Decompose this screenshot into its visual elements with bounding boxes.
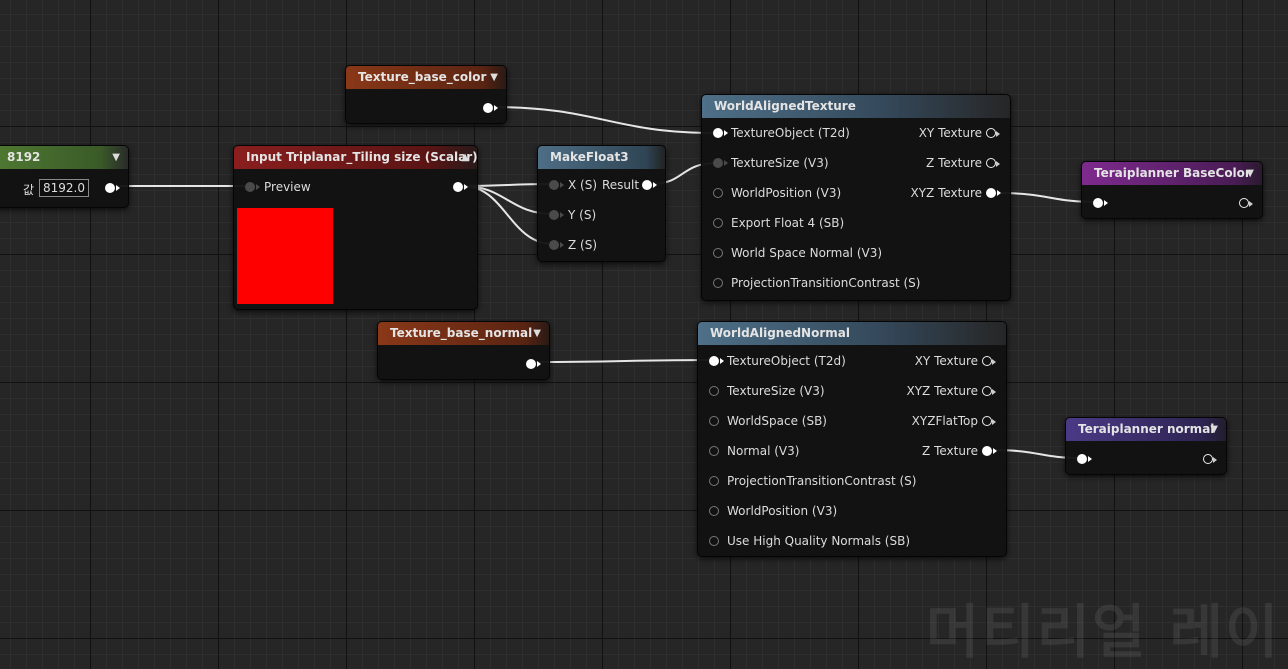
wat-textureobject-pin[interactable] xyxy=(713,128,728,138)
preview-swatch xyxy=(237,208,333,304)
texture-normal-header[interactable]: Texture_base_normal ▼ xyxy=(378,322,549,345)
wan-texturesize-pin[interactable] xyxy=(709,386,719,396)
scalar-node-title: 8192 xyxy=(7,150,41,164)
wan-xyz-output-pin[interactable] xyxy=(982,386,996,396)
wat-title: WorldAlignedTexture xyxy=(714,99,856,113)
z-input-label: Z (S) xyxy=(568,238,598,252)
make-float3-node[interactable]: MakeFloat3 X (S) Result Y (S) Z (S) xyxy=(537,145,666,262)
wat-texturesize-pin[interactable] xyxy=(713,158,728,168)
texture-color-title: Texture_base_color xyxy=(358,70,487,84)
wat-contrast-pin[interactable] xyxy=(713,278,723,288)
tiling-param-node[interactable]: Input Triplanar_Tiling size (Scalar) ▲ P… xyxy=(233,145,478,310)
y-input-label: Y (S) xyxy=(568,208,597,222)
chevron-down-icon[interactable]: ▼ xyxy=(490,66,498,89)
tiling-node-header[interactable]: Input Triplanar_Tiling size (Scalar) ▲ xyxy=(234,146,478,169)
wan-input-label: Normal (V3) xyxy=(727,444,800,458)
wan-input-label: TextureSize (V3) xyxy=(727,384,825,398)
wan-output-label: XY Texture xyxy=(914,354,978,368)
wan-input-label: Use High Quality Normals (SB) xyxy=(727,534,911,548)
result-output-pin[interactable] xyxy=(642,180,657,190)
wat-input-label: TextureSize (V3) xyxy=(731,156,829,170)
chevron-down-icon[interactable]: ▼ xyxy=(112,146,120,169)
wat-z-output-pin[interactable] xyxy=(986,158,1000,168)
chevron-up-icon[interactable]: ▲ xyxy=(461,146,469,169)
wan-input-label: TextureObject (T2d) xyxy=(727,354,846,368)
wan-normal-pin[interactable] xyxy=(709,446,719,456)
tiling-node-title: Input Triplanar_Tiling size (Scalar) xyxy=(246,150,478,164)
graph-watermark: 머티리얼 레이 xyxy=(926,598,1281,666)
preview-input-pin[interactable] xyxy=(245,182,260,192)
wan-contrast-pin[interactable] xyxy=(709,476,719,486)
texture-base-color-node[interactable]: Texture_base_color ▼ xyxy=(345,65,507,124)
wat-worldspacenormal-pin[interactable] xyxy=(713,248,723,258)
wat-exportfloat4-pin[interactable] xyxy=(713,218,723,228)
preview-label: Preview xyxy=(264,180,311,194)
texture-normal-title: Texture_base_normal xyxy=(390,326,533,340)
wan-textureobject-pin[interactable] xyxy=(709,356,724,366)
x-input-label: X (S) xyxy=(568,178,598,192)
terrain-basecolor-output-pin[interactable] xyxy=(1239,198,1253,208)
wat-input-label: TextureObject (T2d) xyxy=(731,126,850,140)
wat-output-label: XYZ Texture xyxy=(910,186,982,200)
wire-basecolor-to-textureobject xyxy=(491,106,718,134)
texture-color-output-pin[interactable] xyxy=(483,103,498,113)
tiling-output-pin[interactable] xyxy=(453,182,468,192)
wire-layer xyxy=(116,106,1098,459)
texture-normal-output-pin[interactable] xyxy=(526,359,541,369)
terrain-basecolor-input-pin[interactable] xyxy=(1093,198,1108,208)
terrain-normal-input-pin[interactable] xyxy=(1077,454,1092,464)
wat-input-label: Export Float 4 (SB) xyxy=(731,216,845,230)
chevron-down-icon[interactable]: ▼ xyxy=(1210,418,1218,441)
wan-output-label: XYZ Texture xyxy=(906,384,978,398)
scalar-value-field[interactable]: 8192.0 xyxy=(39,179,89,197)
wan-input-label: WorldPosition (V3) xyxy=(727,504,838,518)
terrain-basecolor-header[interactable]: Teraiplanner BaseColor ▼ xyxy=(1082,162,1262,185)
wat-input-label: World Space Normal (V3) xyxy=(731,246,883,260)
world-aligned-texture-node[interactable]: WorldAlignedTexture TextureObject (T2d) … xyxy=(701,94,1011,301)
terrain-normal-node[interactable]: Teraiplanner normal ▼ xyxy=(1065,417,1227,475)
wat-input-label: ProjectionTransitionContrast (S) xyxy=(731,276,921,290)
wat-output-label: Z Texture xyxy=(926,156,982,170)
makefloat3-header[interactable]: MakeFloat3 xyxy=(538,146,665,169)
z-input-pin[interactable] xyxy=(549,240,564,250)
texture-base-normal-node[interactable]: Texture_base_normal ▼ xyxy=(377,321,550,380)
terrain-basecolor-title: Teraiplanner BaseColor xyxy=(1094,166,1251,180)
scalar-node-header[interactable]: 8192 ▼ xyxy=(0,146,128,169)
wan-output-label: Z Texture xyxy=(922,444,978,458)
wan-worldspace-pin[interactable] xyxy=(709,416,719,426)
y-input-pin[interactable] xyxy=(549,210,564,220)
wan-xy-output-pin[interactable] xyxy=(982,356,996,366)
wat-header[interactable]: WorldAlignedTexture xyxy=(702,95,1010,118)
terrain-normal-output-pin[interactable] xyxy=(1203,454,1217,464)
wan-output-label: XYZFlatTop xyxy=(911,414,978,428)
wat-xyz-output-pin[interactable] xyxy=(986,188,1001,198)
wire-normaltex-to-textureobject xyxy=(534,359,714,363)
wan-flattop-output-pin[interactable] xyxy=(982,416,996,426)
wan-highquality-pin[interactable] xyxy=(709,536,719,546)
terrain-basecolor-node[interactable]: Teraiplanner BaseColor ▼ xyxy=(1081,161,1263,219)
chevron-down-icon[interactable]: ▼ xyxy=(1246,162,1254,185)
world-aligned-normal-node[interactable]: WorldAlignedNormal TextureObject (T2d) T… xyxy=(697,321,1007,557)
wat-worldposition-pin[interactable] xyxy=(713,188,723,198)
wat-xy-output-pin[interactable] xyxy=(986,128,1000,138)
scalar-output-pin[interactable] xyxy=(105,183,120,193)
terrain-normal-header[interactable]: Teraiplanner normal ▼ xyxy=(1066,418,1226,441)
wan-input-label: ProjectionTransitionContrast (S) xyxy=(727,474,917,488)
wan-input-label: WorldSpace (SB) xyxy=(727,414,827,428)
wan-z-output-pin[interactable] xyxy=(982,446,997,456)
wan-header[interactable]: WorldAlignedNormal xyxy=(698,322,1006,345)
wat-output-label: XY Texture xyxy=(918,126,982,140)
chevron-down-icon[interactable]: ▼ xyxy=(533,322,541,345)
wan-worldposition-pin[interactable] xyxy=(709,506,719,516)
terrain-normal-title: Teraiplanner normal xyxy=(1078,422,1215,436)
texture-color-header[interactable]: Texture_base_color ▼ xyxy=(346,66,506,89)
x-input-pin[interactable] xyxy=(549,180,564,190)
result-label: Result xyxy=(602,178,640,192)
wat-input-label: WorldPosition (V3) xyxy=(731,186,842,200)
wan-title: WorldAlignedNormal xyxy=(710,326,850,340)
scalar-value-node[interactable]: 8192 ▼ 값 8192.0 xyxy=(0,145,129,208)
scalar-value-label: 값 xyxy=(23,183,35,197)
makefloat3-title: MakeFloat3 xyxy=(550,150,629,164)
